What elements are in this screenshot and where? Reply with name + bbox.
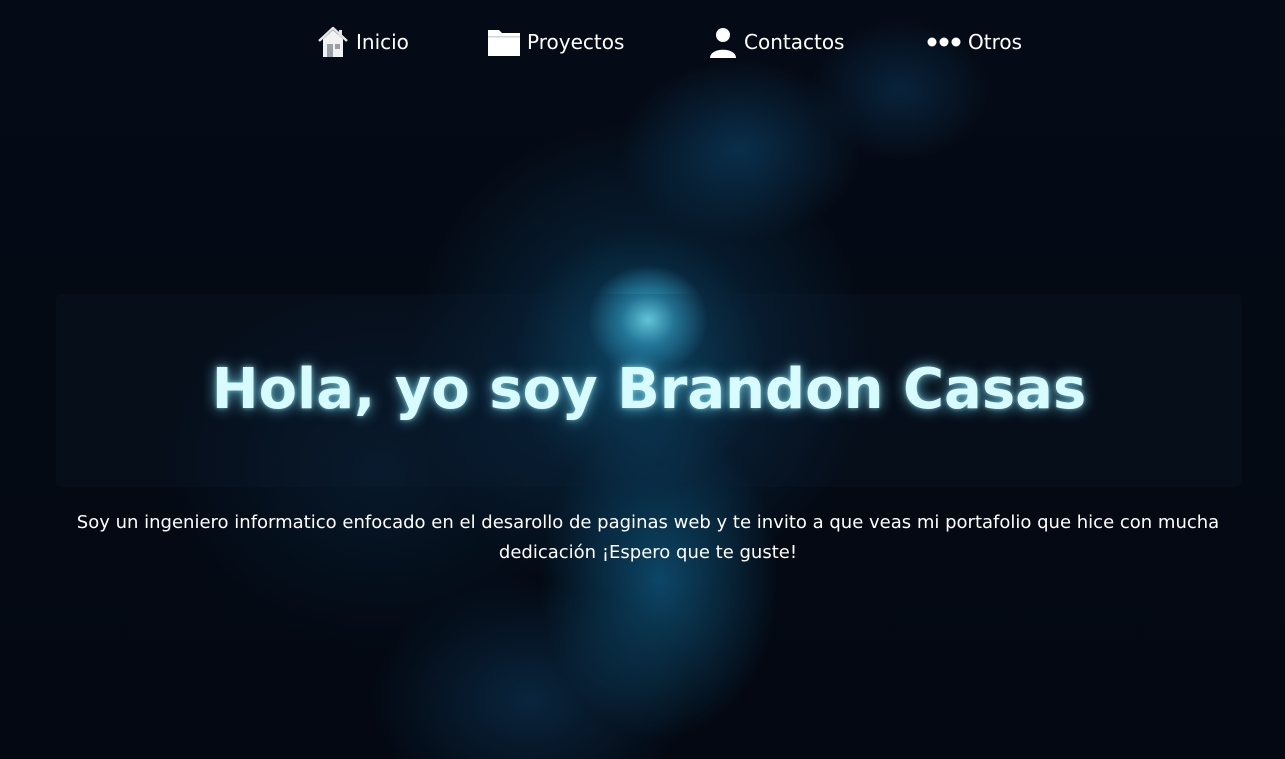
page-background: Inicio Proyectos Contactos Otros Hola, y…	[0, 0, 1285, 759]
nav-item-contactos[interactable]: Contactos	[708, 22, 844, 62]
more-dots-icon	[926, 35, 962, 49]
home-icon	[316, 25, 350, 59]
hero-title: Hola, yo soy Brandon Casas	[211, 357, 1087, 422]
nav-item-label: Proyectos	[527, 30, 625, 54]
nav-item-label: Inicio	[356, 30, 409, 54]
nav-item-inicio[interactable]: Inicio	[316, 22, 409, 62]
nav-item-otros[interactable]: Otros	[926, 22, 1022, 62]
nav-item-proyectos[interactable]: Proyectos	[487, 22, 624, 62]
folder-icon	[487, 26, 521, 58]
top-navigation: Inicio Proyectos Contactos Otros	[0, 22, 1285, 64]
hero-description: Soy un ingeniero informatico enfocado en…	[76, 512, 1220, 563]
user-icon	[708, 25, 738, 59]
nav-item-label: Otros	[968, 30, 1023, 54]
nav-item-label: Contactos	[744, 30, 845, 54]
